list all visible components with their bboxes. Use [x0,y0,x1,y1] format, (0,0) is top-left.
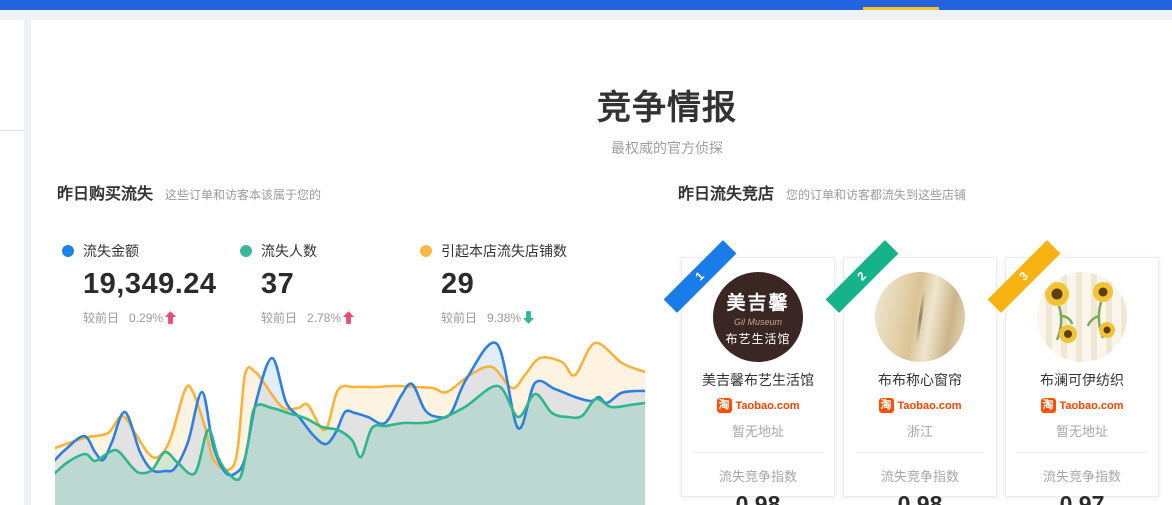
competitor-card[interactable]: 3 布澜可伊纺织 淘 Taobao [1005,257,1159,497]
competitors-section-subtitle: 您的订单和访客都流失到这些店铺 [786,188,966,202]
metric: 流失人数 37 较前日 2.78% [240,241,420,326]
card-divider [856,452,984,453]
loss-section-header: 昨日购买流失这些订单和访客本该属于您的 [57,180,321,204]
legend-dot-icon [240,245,252,257]
page-subtitle: 最权威的官方侦探 [597,138,737,158]
index-value: 0.97 [1006,491,1158,505]
index-label: 流失竞争指数 [844,466,996,485]
change-percent: 9.38% [487,311,521,325]
loss-trend-chart[interactable] [55,330,645,505]
loss-metrics: 流失金额 19,349.24 较前日 0.29% 流失人数 37 较前日 2.7… [62,241,598,326]
card-divider [1018,452,1146,453]
taobao-label: Taobao.com [1060,400,1124,412]
competitor-cards: 1 美吉馨 Gil Museum 布艺生活馆 美吉馨布艺生活馆 淘 Taobao… [681,257,1159,497]
index-value: 0.98 [682,491,834,505]
shop-address: 浙江 [844,421,996,440]
shop-address: 暂无地址 [682,421,834,440]
platform-row: 淘 Taobao.com [682,398,834,413]
competitors-section-header: 昨日流失竞店您的订单和访客都流失到这些店铺 [678,180,966,204]
loss-section-subtitle: 这些订单和访客本该属于您的 [165,188,321,202]
card-divider [694,452,822,453]
sidebar-gutter [24,20,31,505]
shop-avatar: 美吉馨 Gil Museum 布艺生活馆 [713,272,803,362]
metric-value: 29 [441,268,598,301]
avatar-text: Gil Museum [734,317,782,327]
taobao-label: Taobao.com [736,400,800,412]
index-label: 流失竞争指数 [1006,466,1158,485]
metric-value: 19,349.24 [83,268,240,301]
taobao-icon: 淘 [717,398,732,413]
metric-label: 流失金额 [83,241,139,261]
competitor-card[interactable]: 2 布布称心窗帘 淘 Taobao.com 浙江 流失竞争指数 0.98 [843,257,997,497]
trend-arrow-icon [343,311,354,324]
taobao-icon: 淘 [879,398,894,413]
sidebar-divider [0,130,24,131]
avatar-text: 美吉馨 [726,288,789,315]
page-header: 竞争情报 最权威的官方侦探 [597,80,737,158]
index-label: 流失竞争指数 [682,466,834,485]
shop-address: 暂无地址 [1006,421,1158,440]
loss-section-title: 昨日购买流失 [57,186,153,203]
metric: 引起本店流失店铺数 29 较前日 9.38% [420,241,598,326]
competitive-intelligence-page: 竞争情报 最权威的官方侦探 昨日购买流失这些订单和访客本该属于您的 流失金额 1… [0,0,1172,505]
trend-arrow-icon [523,311,534,324]
compare-label: 较前日 [83,309,119,326]
trend-arrow-icon [165,311,176,324]
metric-compare: 较前日 2.78% [261,309,420,326]
collapsed-left-sidebar[interactable] [0,20,24,505]
page-title: 竞争情报 [597,80,737,129]
shop-avatar [1037,272,1127,362]
metric-value: 37 [261,268,420,301]
change-percent: 2.78% [307,311,341,325]
metric-label: 流失人数 [261,241,317,261]
metric-compare: 较前日 0.29% [83,309,240,326]
legend-dot-icon [420,245,432,257]
sunflower-decoration [1037,272,1127,362]
area-chart-canvas [55,330,645,505]
compare-label: 较前日 [441,309,477,326]
competitor-card[interactable]: 1 美吉馨 Gil Museum 布艺生活馆 美吉馨布艺生活馆 淘 Taobao… [681,257,835,497]
platform-row: 淘 Taobao.com [1006,398,1158,413]
avatar-text: 布艺生活馆 [725,330,790,347]
competitors-section-title: 昨日流失竞店 [678,186,774,203]
shop-avatar [875,272,965,362]
index-value: 0.98 [844,491,996,505]
legend-dot-icon [62,245,74,257]
metric-label: 引起本店流失店铺数 [441,241,567,261]
top-nav-bar [0,0,1172,10]
platform-row: 淘 Taobao.com [844,398,996,413]
change-percent: 0.29% [129,311,163,325]
shop-name: 美吉馨布艺生活馆 [682,370,834,390]
metric: 流失金额 19,349.24 较前日 0.29% [62,241,240,326]
shop-name: 布澜可伊纺织 [1006,370,1158,390]
taobao-label: Taobao.com [898,400,962,412]
header-background-strip [0,10,1172,20]
compare-label: 较前日 [261,309,297,326]
taobao-icon: 淘 [1041,398,1056,413]
shop-name: 布布称心窗帘 [844,370,996,390]
metric-compare: 较前日 9.38% [441,309,598,326]
